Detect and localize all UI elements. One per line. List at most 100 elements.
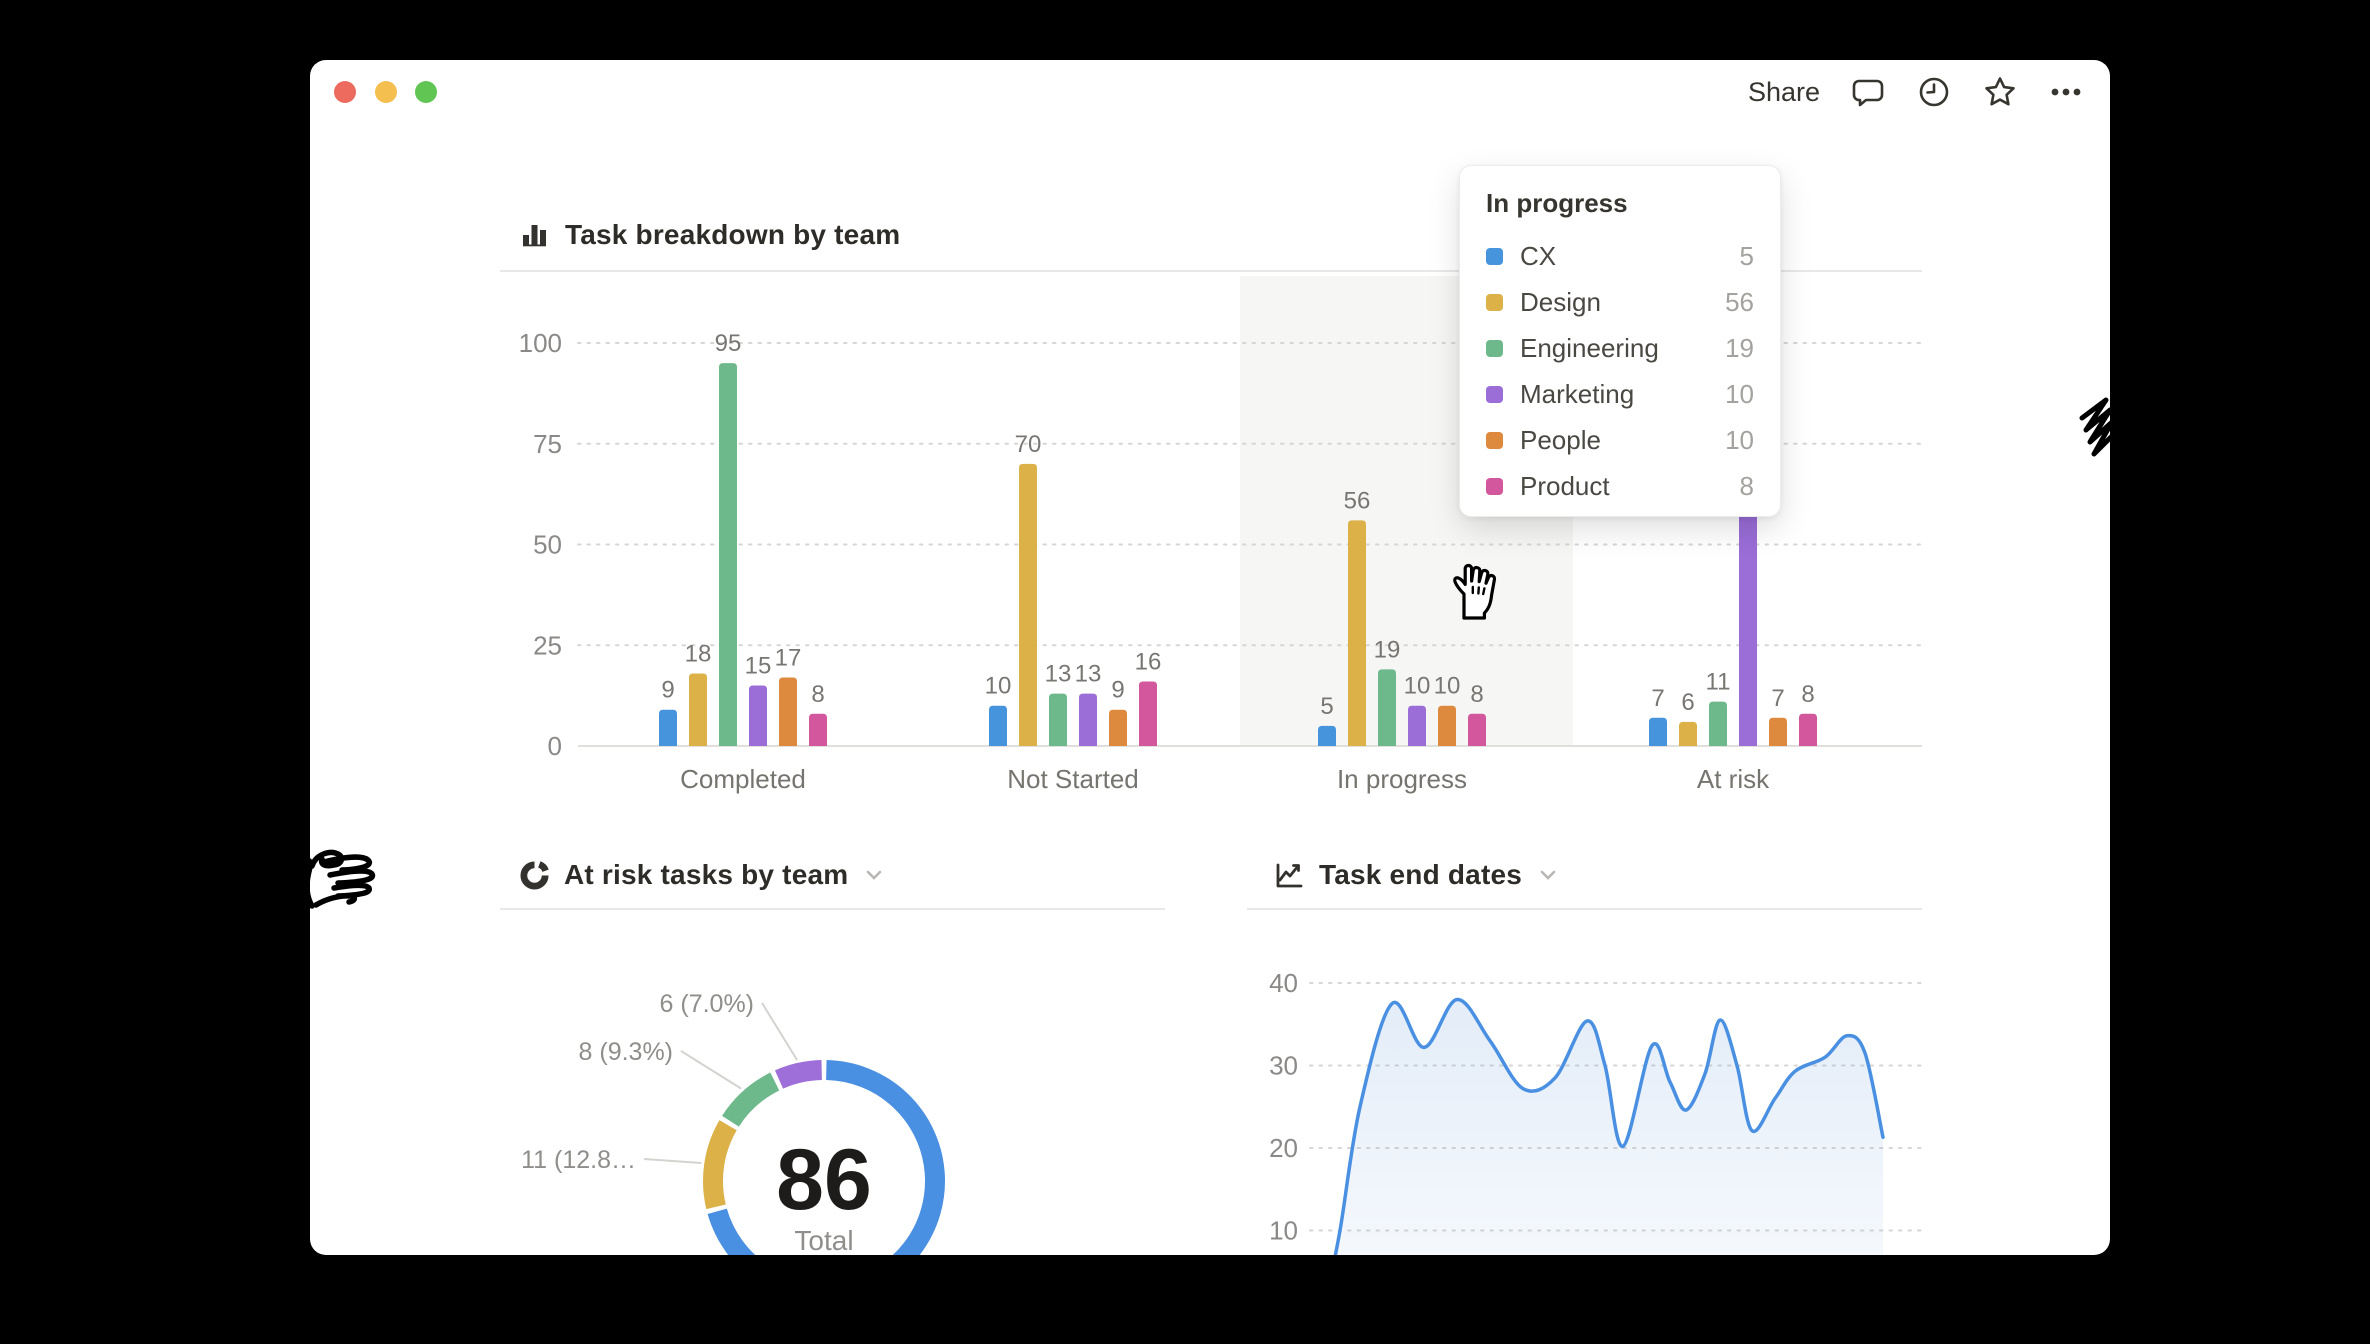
bar-At risk-People[interactable] [1769,718,1787,746]
bar-value-label: 7 [1651,685,1664,712]
donut-slice-label: 11 (12.8… [521,1146,636,1174]
bar-Not Started-Engineering[interactable] [1049,694,1067,746]
bar-Not Started-CX[interactable] [989,706,1007,746]
bar-value-label: 56 [1344,487,1371,514]
y-axis-tick-label: 100 [519,328,562,358]
bar-Completed-CX[interactable] [659,710,677,746]
bar-value-label: 5 [1320,693,1333,720]
tooltip-series-value: 56 [1725,287,1754,318]
series-color-swatch [1486,386,1503,403]
donut-slice[interactable] [730,1082,774,1122]
bar-Completed-Marketing[interactable] [749,686,767,746]
series-color-swatch [1486,478,1503,495]
bar-value-label: 10 [1404,673,1431,700]
x-axis-category-label: In progress [1337,764,1467,794]
bar-In progress-Marketing[interactable] [1408,706,1426,746]
tooltip-rows: CX5Design56Engineering19Marketing10Peopl… [1486,233,1754,509]
bar-Not Started-Marketing[interactable] [1079,694,1097,746]
bar-At risk-Marketing[interactable] [1739,504,1757,746]
bar-value-label: 9 [661,677,674,704]
bar-Completed-People[interactable] [779,677,797,746]
y-axis-tick-label: 0 [548,731,562,761]
tooltip-series-value: 8 [1740,471,1754,502]
x-axis-category-label: Completed [680,764,806,794]
line-chart: 40 30 20 10 [1269,968,1922,1255]
bar-value-label: 10 [1434,673,1461,700]
bar-At risk-Product[interactable] [1799,714,1817,746]
donut-slice-label: 6 (7.0%) [660,990,754,1018]
y-axis-tick-label: 20 [1269,1133,1298,1163]
bar-value-label: 18 [685,640,712,667]
tooltip-row: Marketing 10 [1486,371,1754,417]
bar-value-label: 8 [1470,681,1483,708]
bar-Completed-Engineering[interactable] [719,363,737,746]
y-axis-tick-label: 50 [533,530,562,560]
series-color-swatch [1486,248,1503,265]
bar-value-label: 11 [1706,669,1731,696]
bar-In progress-Engineering[interactable] [1378,669,1396,746]
bar-value-label: 10 [985,673,1012,700]
bar-At risk-Design[interactable] [1679,722,1697,746]
bar-value-label: 9 [1111,677,1124,704]
series-color-swatch [1486,294,1503,311]
tooltip-title: In progress [1486,188,1754,219]
scribble-doodle [2072,390,2110,470]
x-axis-category-label: At risk [1697,764,1770,794]
tooltip-series-label: Marketing [1520,379,1634,410]
bar-Not Started-Product[interactable] [1139,682,1157,746]
app-window: Share [310,60,2110,1255]
tooltip-row: Product 8 [1486,463,1754,509]
series-color-swatch [1486,432,1503,449]
bar-In progress-Product[interactable] [1468,714,1486,746]
bar-value-label: 70 [1015,431,1042,458]
series-color-swatch [1486,340,1503,357]
donut-slice[interactable] [713,1125,728,1207]
hand-cursor [1448,560,1506,622]
y-axis-tick-label: 75 [533,429,562,459]
tooltip-series-value: 10 [1725,379,1754,410]
label-leader-line [762,1003,797,1060]
tooltip-row: Engineering 19 [1486,325,1754,371]
bar-value-label: 16 [1135,649,1162,676]
donut-slice[interactable] [779,1070,822,1080]
bar-value-label: 15 [745,653,772,680]
hand-doodle [310,842,392,942]
donut-chart: 11 (12.8…8 (9.3%)6 (7.0%)86Total [521,990,935,1255]
bar-value-label: 95 [715,330,742,357]
bar-Completed-Design[interactable] [689,673,707,746]
donut-slice-label: 8 (9.3%) [579,1038,673,1066]
bar-In progress-CX[interactable] [1318,726,1336,746]
bar-Not Started-People[interactable] [1109,710,1127,746]
y-axis-tick-label: 40 [1269,968,1298,998]
y-axis-tick-label: 30 [1269,1051,1298,1081]
bar-value-label: 6 [1681,689,1694,716]
bar-At risk-Engineering[interactable] [1709,702,1727,746]
bar-value-label: 17 [775,644,802,671]
bar-In progress-People[interactable] [1438,706,1456,746]
tooltip-series-value: 10 [1725,425,1754,456]
tooltip-row: People 10 [1486,417,1754,463]
tooltip-series-label: Product [1520,471,1610,502]
tooltip-series-value: 19 [1725,333,1754,364]
area-fill [1325,999,1883,1255]
bar-Completed-Product[interactable] [809,714,827,746]
y-axis-tick-label: 10 [1269,1216,1298,1246]
bar-value-label: 13 [1075,661,1102,688]
y-axis-tick-label: 25 [533,630,562,660]
chart-tooltip: In progress CX5 Design 56 Engineering 19 Mark… [1459,165,1781,517]
bar-value-label: 8 [811,681,824,708]
bar-In progress-Design[interactable] [1348,520,1366,746]
bar-Not Started-Design[interactable] [1019,464,1037,746]
bar-value-label: 13 [1045,661,1072,688]
bar-At risk-CX[interactable] [1649,718,1667,746]
tooltip-series-label: People [1520,425,1601,456]
tooltip-series-label: CX [1520,241,1556,272]
bar-value-label: 19 [1374,636,1401,663]
bar-value-label: 7 [1771,685,1784,712]
tooltip-row: Design 56 [1486,279,1754,325]
tooltip-series-label: Design [1520,287,1601,318]
tooltip-row: CX5 [1486,233,1754,279]
x-axis-category-label: Not Started [1007,764,1139,794]
label-leader-line [681,1051,741,1089]
tooltip-series-label: Engineering [1520,333,1659,364]
